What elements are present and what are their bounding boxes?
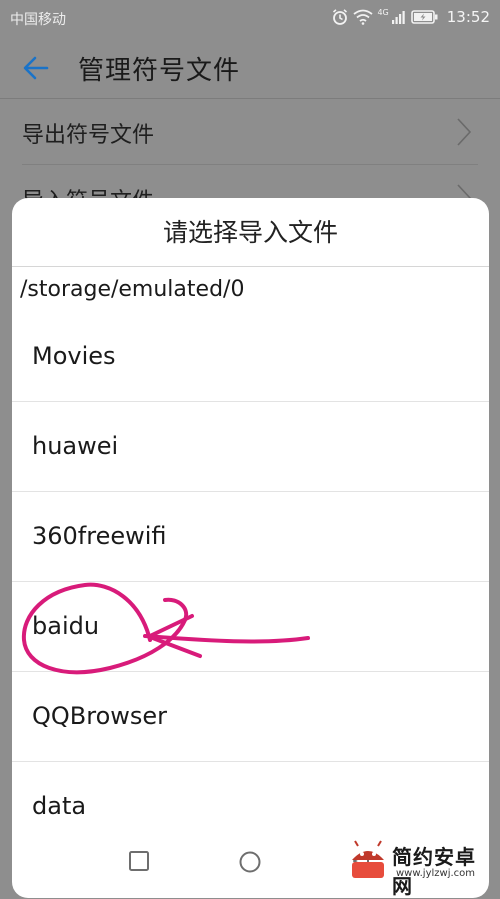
file-name: 360freewifi	[32, 522, 167, 550]
current-path: /storage/emulated/0	[20, 277, 245, 302]
file-row-huawei[interactable]: huawei	[12, 402, 489, 491]
home-icon[interactable]	[238, 850, 262, 874]
file-row-360freewifi[interactable]: 360freewifi	[12, 492, 489, 581]
clock-time: 13:52	[446, 8, 490, 26]
file-picker-dialog: 请选择导入文件 /storage/emulated/0 Movies huawe…	[12, 198, 489, 898]
chevron-right-icon	[457, 118, 472, 146]
signal-icon	[391, 11, 405, 24]
dialog-title: 请选择导入文件	[162, 218, 338, 247]
alarm-icon	[333, 9, 348, 25]
arrow-left-icon	[23, 56, 49, 80]
settings-item-export[interactable]: 导出符号文件	[0, 99, 500, 165]
network-type-label: 4G	[377, 7, 389, 17]
dialog-divider	[12, 266, 489, 267]
carrier-label: 中国移动	[10, 12, 66, 28]
file-row-qqbrowser[interactable]: QQBrowser	[12, 672, 489, 761]
file-name: Movies	[32, 342, 116, 370]
status-icons: 4G 13:52	[331, 7, 490, 27]
file-row-movies[interactable]: Movies	[12, 312, 489, 401]
watermark-url: www.jylzwj.com	[396, 868, 476, 879]
site-watermark: 简约安卓网 www.jylzwj.com	[346, 835, 496, 898]
recent-apps-icon[interactable]	[128, 850, 150, 872]
file-name: huawei	[32, 432, 119, 460]
wifi-icon	[353, 9, 374, 25]
file-name: QQBrowser	[32, 702, 168, 730]
back-button[interactable]	[18, 50, 54, 86]
android-logo-icon	[352, 840, 384, 878]
file-row-baidu[interactable]: baidu	[12, 582, 489, 671]
page-title: 管理符号文件	[78, 56, 241, 86]
status-bar: 中国移动 4G 13:52	[0, 0, 500, 36]
battery-icon	[410, 10, 438, 24]
settings-item-label: 导出符号文件	[22, 123, 155, 148]
file-name: baidu	[32, 612, 100, 640]
app-bar: 管理符号文件	[0, 36, 500, 99]
